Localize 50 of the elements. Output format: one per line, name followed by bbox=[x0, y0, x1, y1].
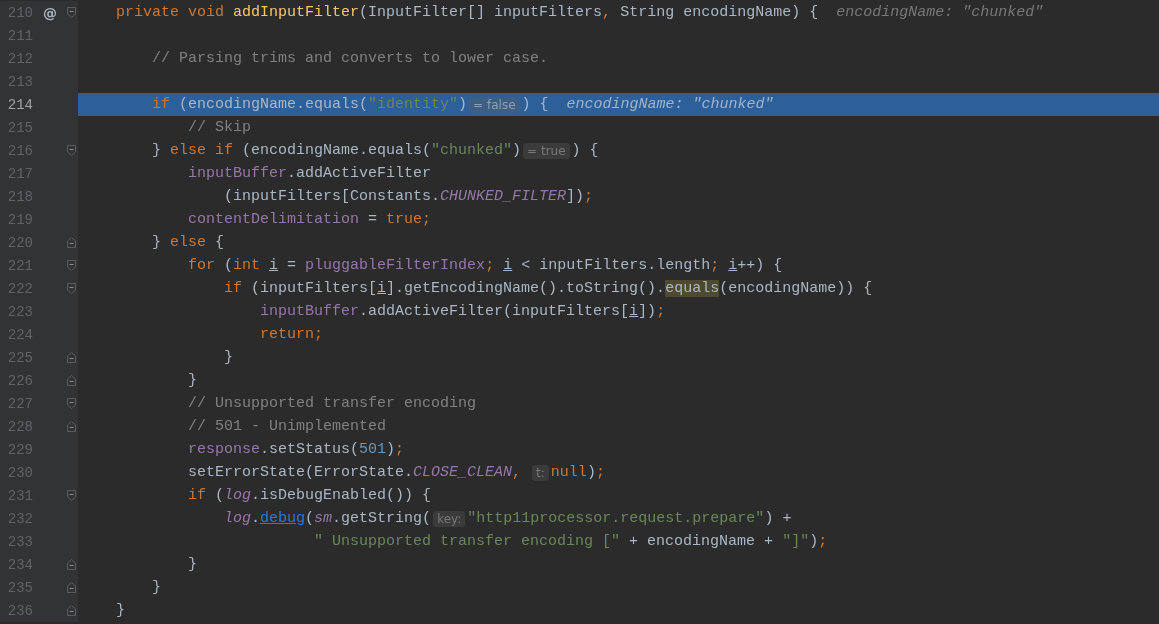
fold-icon[interactable] bbox=[67, 7, 76, 18]
code-text: if (encodingName.equals("identity") bbox=[151, 96, 468, 113]
code-text: } bbox=[223, 349, 234, 366]
parameter-hint: = true bbox=[523, 142, 570, 159]
code-text: for (int i = pluggableFilterIndex; i < inputFilters.length; i++) { bbox=[187, 257, 783, 274]
code-text: log.debug(sm.getString( bbox=[223, 510, 432, 527]
fold-icon[interactable] bbox=[67, 237, 76, 248]
line-number: 214 bbox=[6, 96, 33, 113]
fold-icon[interactable] bbox=[67, 421, 76, 432]
code-text: response.setStatus(501); bbox=[187, 441, 405, 458]
code-text: (inputFilters[Constants.CHUNKED_FILTER]); bbox=[223, 188, 594, 205]
code-text: ) { bbox=[571, 142, 599, 159]
code-text: } else if (encodingName.equals("chunked") bbox=[151, 142, 522, 159]
code-text: contentDelimitation = true; bbox=[187, 211, 432, 228]
code-text: "http11processor.request.prepare") + bbox=[467, 510, 792, 527]
fold-icon[interactable] bbox=[67, 375, 76, 386]
code-text: inputBuffer.addActiveFilter(inputFilters[i]); bbox=[259, 303, 666, 320]
code-text: setErrorState(ErrorState.CLOSE_CLEAN, bbox=[187, 464, 523, 481]
parameter-hint: = false bbox=[469, 96, 520, 113]
inline-value: encodingName: "chunked" bbox=[836, 4, 1044, 21]
code-text: // Parsing trims and converts to lower case. bbox=[151, 50, 549, 67]
code-text: return; bbox=[259, 326, 324, 343]
fold-icon[interactable] bbox=[67, 260, 76, 271]
fold-icon[interactable] bbox=[67, 145, 76, 156]
code-text: } else { bbox=[151, 234, 225, 251]
code-text: // Skip bbox=[187, 119, 252, 136]
code-text: null); bbox=[550, 464, 605, 481]
code-text: // 501 - Unimplemented bbox=[187, 418, 387, 435]
code-text: private void addInputFilter(InputFilter[] inputFilters, String encodingName) { bbox=[115, 4, 819, 21]
code-text: if (log.isDebugEnabled()) { bbox=[187, 487, 432, 504]
fold-icon[interactable] bbox=[67, 582, 76, 593]
annotation-marker[interactable]: @ bbox=[43, 4, 57, 21]
code-text: ) { bbox=[521, 96, 549, 113]
code-text: } bbox=[187, 556, 198, 573]
code-text: " Unsupported transfer encoding [" + encodingName + "]"); bbox=[313, 533, 828, 550]
code-text: } bbox=[115, 602, 125, 619]
parameter-hint: key: bbox=[433, 510, 466, 527]
parameter-hint: t: bbox=[532, 464, 549, 481]
fold-icon[interactable] bbox=[67, 490, 76, 501]
fold-icon[interactable] bbox=[67, 398, 76, 409]
code-text: } bbox=[151, 579, 161, 596]
inline-value: encodingName: "chunked" bbox=[566, 96, 774, 113]
code-text: // Unsupported transfer encoding bbox=[187, 395, 477, 412]
code-text: inputBuffer.addActiveFilter bbox=[187, 165, 432, 182]
fold-icon[interactable] bbox=[67, 605, 76, 616]
code-text: } bbox=[187, 372, 198, 389]
fold-icon[interactable] bbox=[67, 559, 76, 570]
fold-icon[interactable] bbox=[67, 283, 76, 294]
code-text: if (inputFilters[i].getEncodingName().toString().equals(encodingName)) { bbox=[223, 280, 873, 297]
fold-icon[interactable] bbox=[67, 352, 76, 363]
